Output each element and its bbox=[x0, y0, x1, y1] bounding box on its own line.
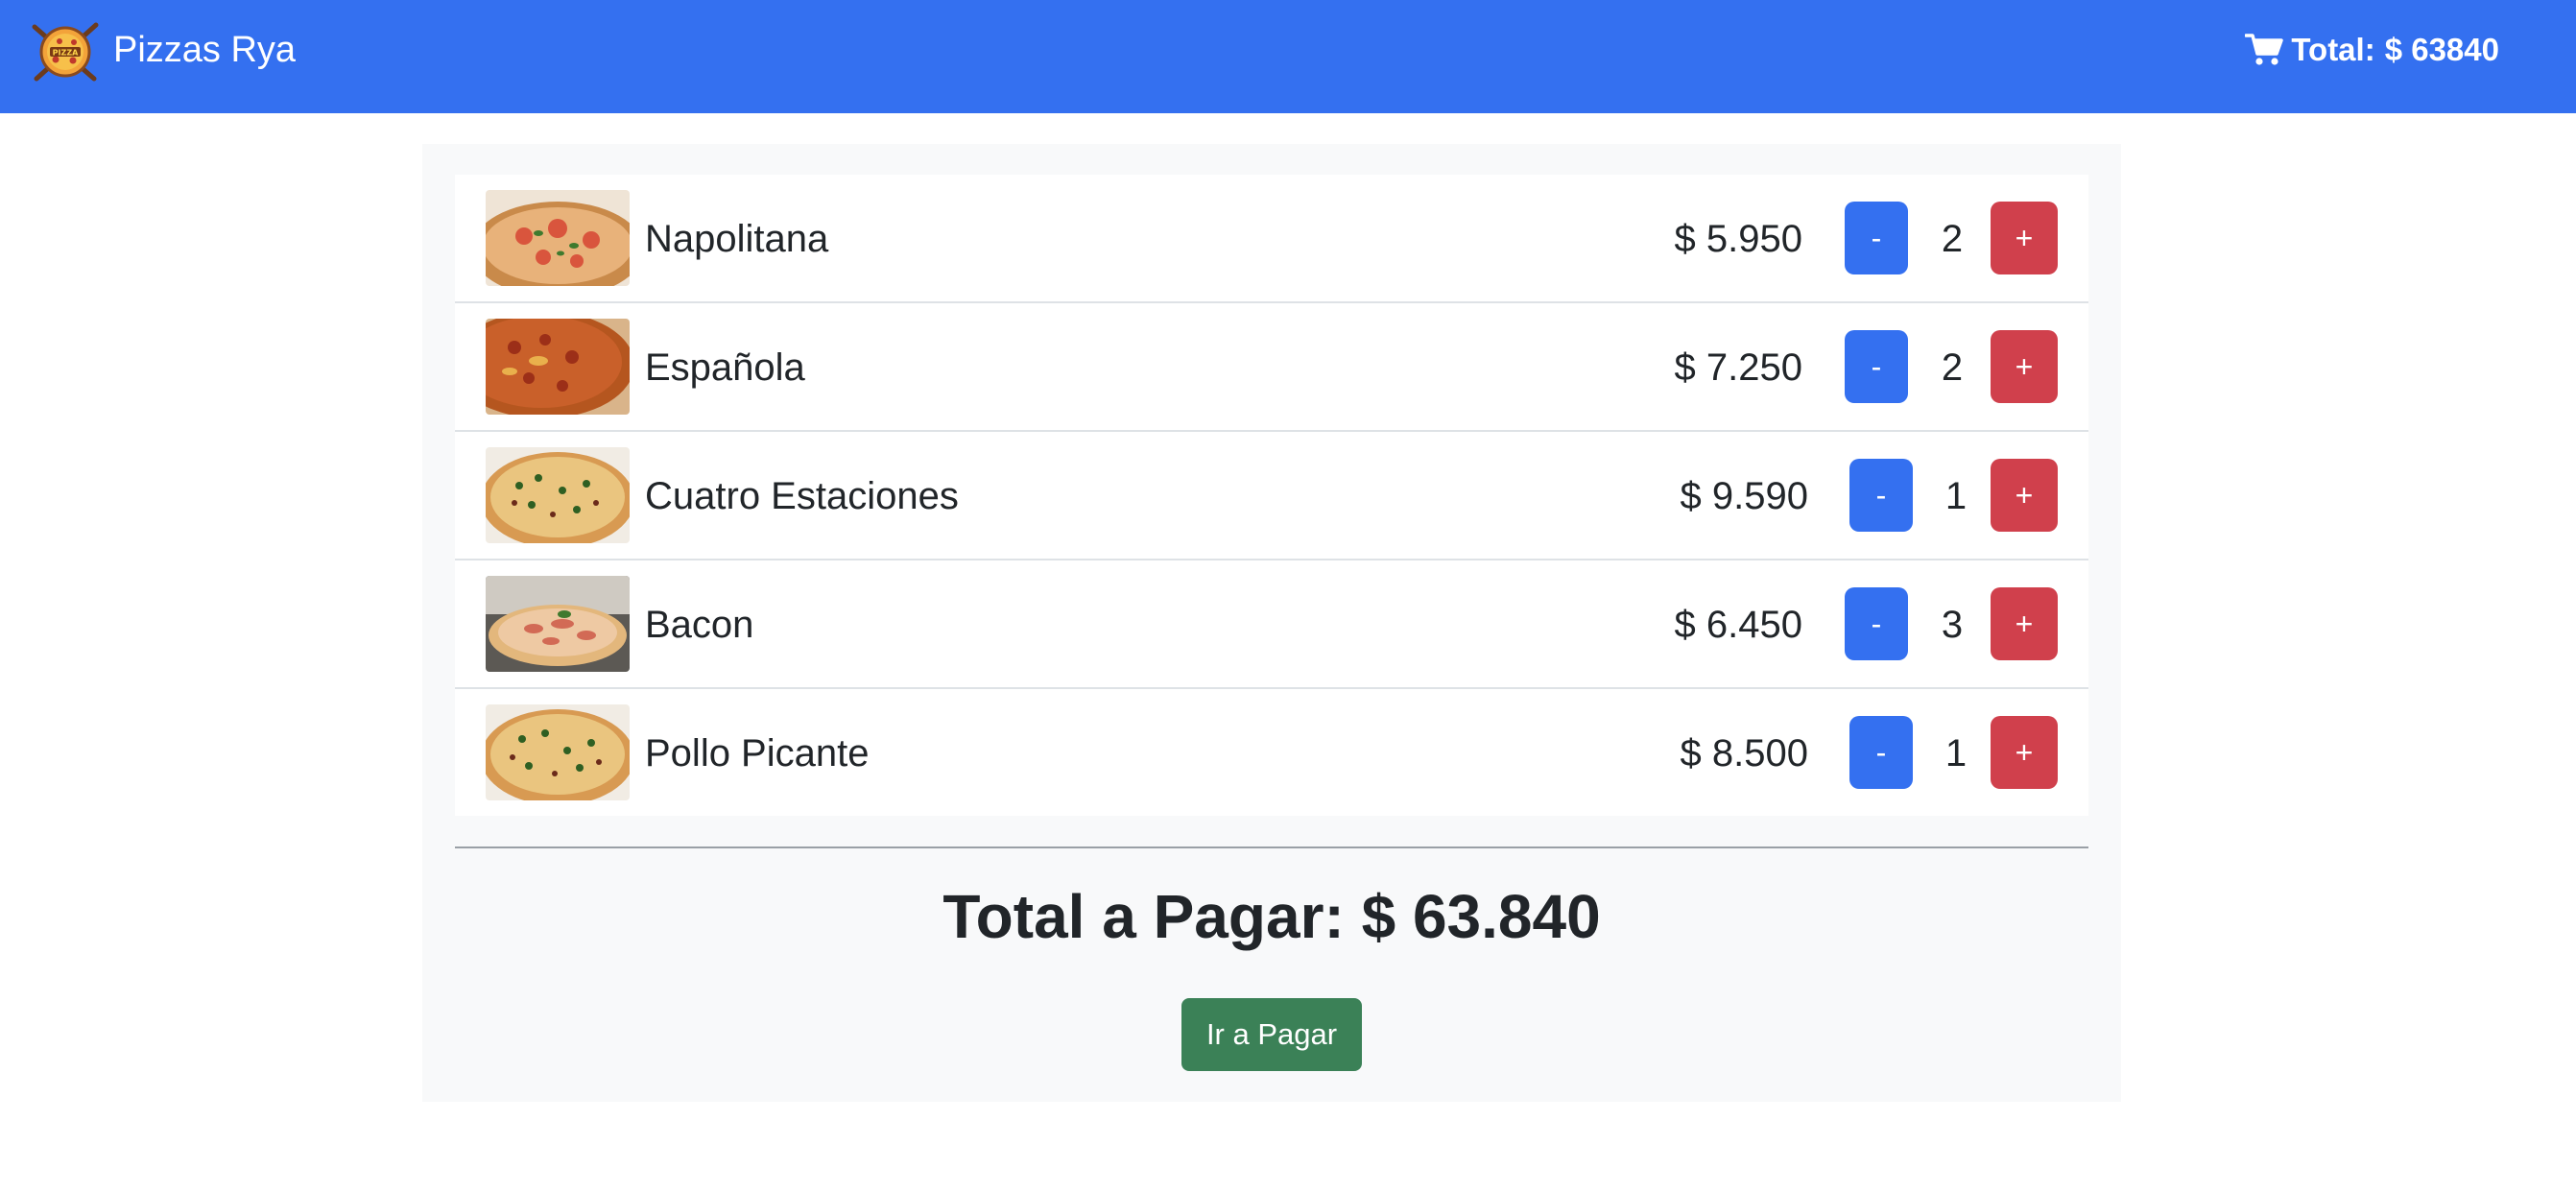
item-name: Bacon bbox=[645, 603, 754, 646]
item-name: Napolitana bbox=[645, 217, 829, 260]
item-name: Española bbox=[645, 346, 805, 389]
cart-item-bacon: Bacon $ 6.450 - 3 + bbox=[455, 560, 2088, 689]
item-price: $ 8.500 bbox=[1680, 731, 1808, 775]
divider bbox=[455, 846, 2088, 848]
cart-item-list: Napolitana $ 5.950 - 2 + Española $ 7.25… bbox=[455, 175, 2088, 816]
cart-item-pollo-picante: Pollo Picante $ 8.500 - 1 + bbox=[455, 689, 2088, 818]
cart-container: Napolitana $ 5.950 - 2 + Española $ 7.25… bbox=[422, 144, 2121, 1102]
item-name: Cuatro Estaciones bbox=[645, 474, 959, 517]
item-quantity: 1 bbox=[1944, 731, 1968, 775]
pizza-image-cuatro-estaciones bbox=[486, 447, 630, 543]
grand-total: Total a Pagar: $ 63.840 bbox=[942, 882, 1601, 951]
pizza-image-napolitana bbox=[486, 190, 630, 286]
item-quantity: 2 bbox=[1941, 346, 1964, 389]
item-quantity: 2 bbox=[1941, 217, 1964, 260]
pizza-logo-icon: PIZZA bbox=[31, 15, 100, 84]
item-quantity: 3 bbox=[1941, 603, 1964, 646]
checkout-button[interactable]: Ir a Pagar bbox=[1181, 998, 1362, 1071]
increase-quantity-button[interactable]: + bbox=[1991, 459, 2058, 532]
navbar: PIZZA Pizzas Rya Total: $ 63840 bbox=[0, 0, 2576, 113]
svg-text:PIZZA: PIZZA bbox=[53, 49, 79, 58]
decrease-quantity-button[interactable]: - bbox=[1845, 587, 1908, 660]
item-price: $ 7.250 bbox=[1674, 346, 1802, 389]
shopping-cart-icon bbox=[2245, 33, 2284, 67]
brand-name: Pizzas Rya bbox=[113, 30, 297, 70]
cart-item-espanola: Española $ 7.250 - 2 + bbox=[455, 303, 2088, 432]
cart-total-value: $ 63840 bbox=[2384, 32, 2499, 67]
item-price: $ 9.590 bbox=[1680, 474, 1808, 517]
cart-total-label: Total: bbox=[2291, 32, 2375, 67]
cart-item-napolitana: Napolitana $ 5.950 - 2 + bbox=[455, 175, 2088, 303]
item-price: $ 5.950 bbox=[1674, 217, 1802, 260]
decrease-quantity-button[interactable]: - bbox=[1845, 202, 1908, 274]
item-quantity: 1 bbox=[1944, 474, 1968, 517]
cart-total[interactable]: Total: $ 63840 bbox=[2245, 29, 2499, 71]
decrease-quantity-button[interactable]: - bbox=[1849, 459, 1913, 532]
pizza-image-pollo-picante bbox=[486, 704, 630, 800]
increase-quantity-button[interactable]: + bbox=[1991, 587, 2058, 660]
pizza-image-espanola bbox=[486, 319, 630, 415]
brand-link[interactable]: PIZZA Pizzas Rya bbox=[31, 15, 296, 84]
increase-quantity-button[interactable]: + bbox=[1991, 330, 2058, 403]
decrease-quantity-button[interactable]: - bbox=[1849, 716, 1913, 789]
item-price: $ 6.450 bbox=[1674, 603, 1802, 646]
decrease-quantity-button[interactable]: - bbox=[1845, 330, 1908, 403]
increase-quantity-button[interactable]: + bbox=[1991, 716, 2058, 789]
cart-item-cuatro-estaciones: Cuatro Estaciones $ 9.590 - 1 + bbox=[455, 432, 2088, 560]
increase-quantity-button[interactable]: + bbox=[1991, 202, 2058, 274]
item-name: Pollo Picante bbox=[645, 731, 870, 775]
pizza-image-bacon bbox=[486, 576, 630, 672]
